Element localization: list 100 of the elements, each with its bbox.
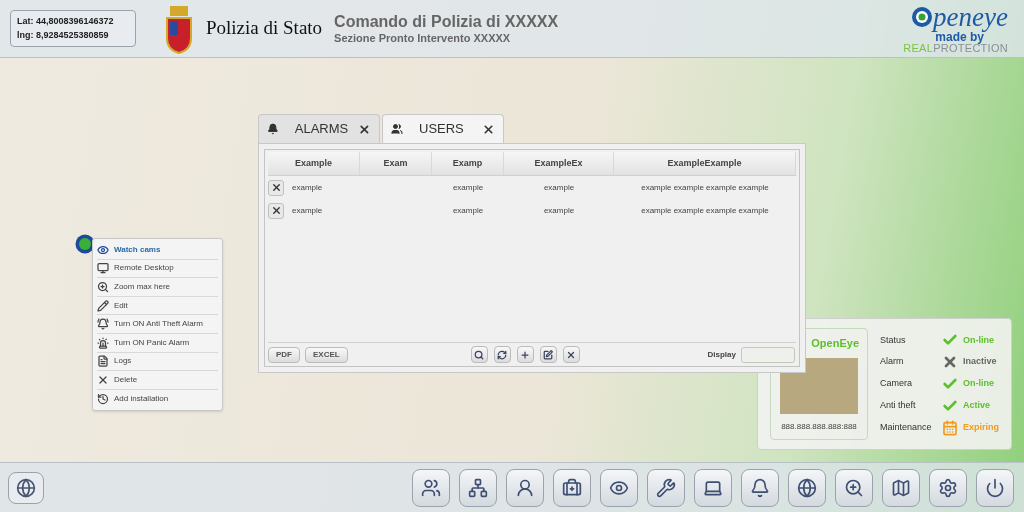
- table-cell: example: [292, 204, 323, 217]
- emblem-icon: [164, 3, 194, 54]
- close-icon[interactable]: [482, 122, 495, 136]
- menu-item[interactable]: Remote Desktop: [97, 259, 218, 279]
- table-action-button[interactable]: [539, 346, 557, 363]
- toolbar-button[interactable]: [647, 468, 685, 507]
- display-field[interactable]: [741, 346, 795, 363]
- menu-item[interactable]: Add installation: [97, 389, 218, 409]
- toolbar-button[interactable]: [882, 468, 920, 507]
- status-label: Alarm: [880, 355, 905, 369]
- status-value: Expiring: [963, 420, 999, 434]
- close-icon: [566, 349, 577, 360]
- table-cell: example: [543, 181, 575, 194]
- toolbar-button[interactable]: [976, 468, 1014, 507]
- status-label: Maintenance: [880, 420, 933, 434]
- users-icon: [391, 123, 403, 135]
- export-button[interactable]: EXCEL: [305, 346, 348, 363]
- tab[interactable]: ALARMS: [258, 114, 380, 143]
- device-title: OpenEye: [811, 336, 859, 351]
- device-address: 888.888.888.888:888: [781, 421, 857, 433]
- status-value: Active: [963, 399, 990, 413]
- table-cell: example: [452, 204, 484, 217]
- globe-button[interactable]: [8, 471, 44, 504]
- close-icon: [270, 205, 282, 216]
- person-icon: [515, 477, 535, 498]
- zoom-in-icon: [97, 281, 109, 293]
- toolbar-button[interactable]: [506, 468, 544, 507]
- siren-icon: [97, 336, 109, 349]
- devices-icon: [468, 477, 488, 498]
- zoom-in-icon: [844, 477, 864, 498]
- toolbar-button[interactable]: [835, 468, 873, 507]
- table-cell: example: [543, 204, 575, 217]
- users-icon: [421, 477, 441, 498]
- delete-row-button[interactable]: [268, 202, 284, 219]
- plus-icon: [520, 349, 531, 360]
- globe-icon: [797, 477, 817, 498]
- status-label: Camera: [880, 377, 913, 391]
- bell-icon: [267, 123, 279, 135]
- table-cell: example: [452, 181, 484, 194]
- table-action-button[interactable]: [470, 346, 488, 363]
- toolbar-button[interactable]: [412, 468, 450, 507]
- toolbar-button[interactable]: [459, 468, 497, 507]
- map-icon: [891, 477, 911, 498]
- close-icon: [270, 182, 282, 193]
- status-value: On-line: [963, 333, 994, 347]
- status-value: Inactive: [963, 355, 997, 369]
- header-subtitle: Sezione Pronto Intervento XXXXX: [334, 31, 512, 46]
- table-action-button[interactable]: [493, 346, 511, 363]
- status-label: Status: [880, 333, 907, 347]
- history-icon: [97, 393, 109, 406]
- menu-item[interactable]: Turn ON Panic Alarm: [97, 333, 218, 353]
- table-cell: example example example example: [641, 181, 769, 194]
- menu-item[interactable]: Edit: [97, 296, 218, 316]
- eye-icon: [97, 243, 109, 256]
- table-cell: example: [292, 181, 323, 194]
- document-icon: [97, 355, 109, 368]
- status-value: On-line: [963, 377, 994, 391]
- longitude-text: lng: 8,9284525380859: [17, 28, 110, 42]
- column-header[interactable]: ExampleEx: [504, 152, 614, 175]
- medical-icon: [562, 477, 582, 498]
- column-header[interactable]: Examp: [432, 152, 504, 175]
- header-title: Comando di Polizia di XXXXX: [334, 11, 559, 32]
- tab[interactable]: USERS: [382, 114, 504, 143]
- menu-item[interactable]: Zoom max here: [97, 278, 218, 297]
- table-action-button[interactable]: [516, 346, 534, 363]
- toolbar-button[interactable]: [694, 468, 732, 507]
- refresh-icon: [497, 349, 508, 360]
- table-cell: example example example example: [641, 204, 769, 217]
- search-icon: [474, 349, 485, 360]
- column-header[interactable]: Example: [268, 152, 360, 175]
- menu-item[interactable]: Watch cams: [97, 241, 218, 260]
- monitor-icon: [97, 262, 109, 275]
- latitude-text: Lat: 44,8008396146372: [17, 15, 115, 28]
- delete-row-button[interactable]: [268, 179, 284, 196]
- settings-icon: [938, 477, 958, 498]
- toolbar-button[interactable]: [788, 468, 826, 507]
- pencil-icon: [97, 299, 109, 312]
- status-label: Anti theft: [880, 399, 917, 413]
- export-button[interactable]: PDF: [268, 346, 300, 363]
- agency-name: Polizia di Stato: [206, 16, 323, 41]
- toolbar-button[interactable]: [600, 468, 638, 507]
- table-action-button[interactable]: [562, 346, 580, 363]
- display-label: Display: [707, 348, 736, 361]
- menu-item[interactable]: Delete: [97, 371, 218, 390]
- map-pin-icon: [75, 234, 95, 254]
- bell-icon: [97, 318, 109, 331]
- toolbar-button[interactable]: [741, 468, 779, 507]
- wrench-icon: [656, 477, 676, 498]
- toolbar-button[interactable]: [929, 468, 967, 507]
- toolbar-button[interactable]: [553, 468, 591, 507]
- logo-name: peneye: [933, 3, 1008, 31]
- close-icon[interactable]: [358, 122, 371, 136]
- brand-first-word: REAL: [903, 42, 934, 54]
- menu-item[interactable]: Logs: [97, 352, 218, 372]
- bell-icon: [750, 477, 770, 498]
- menu-item[interactable]: Turn ON Anti Theft Alarm: [97, 315, 218, 334]
- column-header[interactable]: ExampleExample: [614, 152, 796, 175]
- power-icon: [985, 477, 1005, 498]
- column-header[interactable]: Exam: [360, 152, 432, 175]
- edit-icon: [543, 349, 554, 360]
